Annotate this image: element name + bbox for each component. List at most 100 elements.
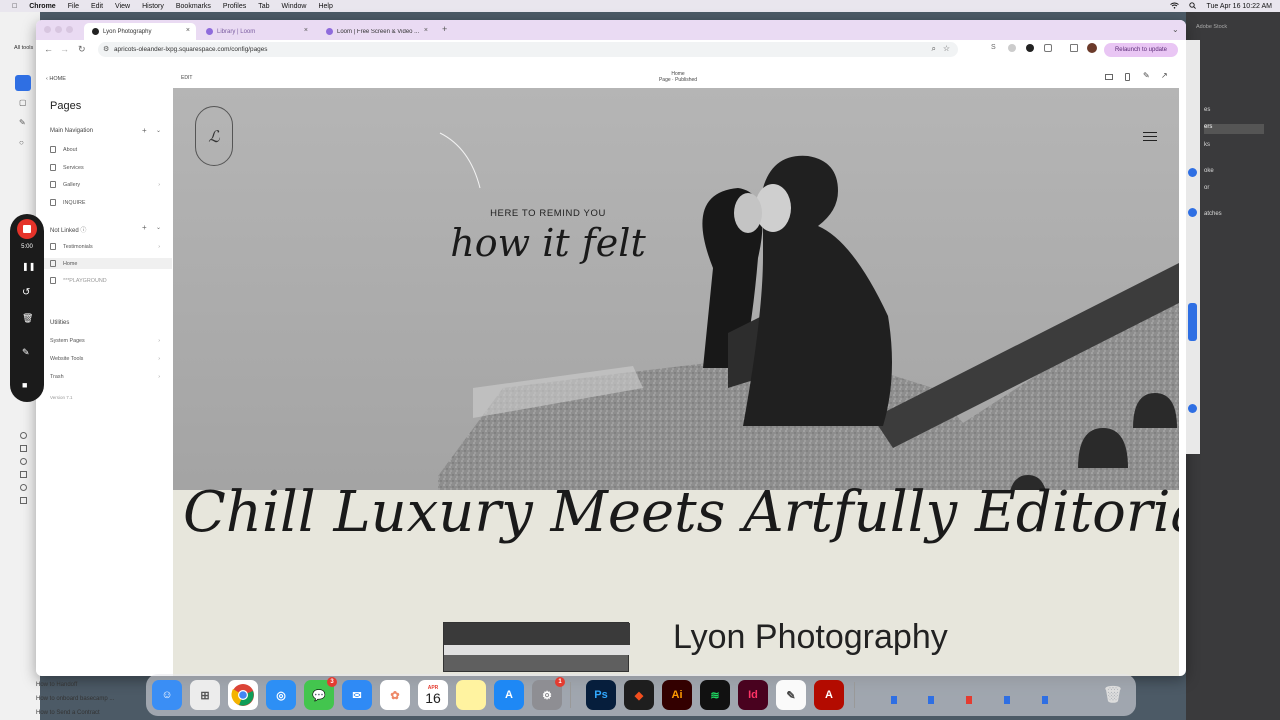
spotify-icon[interactable]: ≋: [700, 680, 730, 710]
sidebar-item-testimonials[interactable]: Testimonials ›: [50, 241, 160, 252]
info-icon[interactable]: ⓘ: [80, 228, 86, 234]
layer-icon[interactable]: [20, 497, 27, 504]
edit-button[interactable]: EDIT: [181, 75, 192, 81]
blue-dot-icon[interactable]: [1188, 168, 1197, 177]
side-panel-icon[interactable]: [1070, 44, 1078, 52]
site-info-icon[interactable]: ⚙: [103, 45, 109, 53]
zoom-icon[interactable]: ⌕: [932, 44, 936, 54]
search-icon[interactable]: [1189, 1, 1197, 11]
system-settings-icon[interactable]: ⚙ 1: [532, 677, 565, 710]
figma-icon[interactable]: ◆: [624, 680, 654, 710]
menu-app-name[interactable]: Chrome: [29, 3, 55, 10]
add-page-plus-icon[interactable]: +: [142, 126, 147, 135]
menu-item-window[interactable]: Window: [282, 3, 307, 10]
collapse-chevron-icon[interactable]: ⌄: [156, 224, 161, 231]
camera-icon[interactable]: ■: [22, 380, 27, 390]
textedit-icon[interactable]: ✎: [776, 680, 806, 710]
layer-icon[interactable]: [20, 471, 27, 478]
right-panel-item[interactable]: es: [1204, 107, 1210, 113]
layer-icon[interactable]: [20, 445, 27, 452]
minimized-window-icon[interactable]: [1004, 696, 1010, 704]
tab-library-loom[interactable]: Library | Loom ×: [198, 23, 314, 40]
pause-icon[interactable]: ❚❚: [22, 262, 35, 271]
launchpad-icon[interactable]: ⊞: [190, 680, 220, 710]
messages-icon[interactable]: 💬 3: [304, 677, 337, 710]
chrome-icon[interactable]: [228, 680, 258, 710]
address-bar[interactable]: ⚙ apricots-oleander-lxpg.squarespace.com…: [98, 42, 958, 57]
menu-item-history[interactable]: History: [142, 3, 164, 10]
pen-tool-icon[interactable]: ✎: [19, 118, 26, 127]
close-tab-icon[interactable]: ×: [424, 27, 428, 34]
menubar-datetime[interactable]: Tue Apr 16 10:22 AM: [1206, 3, 1272, 10]
desktop-view-icon[interactable]: [1105, 74, 1113, 80]
calendar-icon[interactable]: APR 16: [418, 680, 448, 710]
sidebar-item-inquire[interactable]: INQUIRE: [50, 197, 160, 208]
illustrator-icon[interactable]: Ai: [662, 680, 692, 710]
menu-item-edit[interactable]: Edit: [91, 3, 103, 10]
pointer-tool-icon[interactable]: [15, 75, 31, 91]
close-tab-icon[interactable]: ×: [304, 27, 308, 34]
all-tools-label[interactable]: All tools: [14, 45, 33, 51]
sidebar-item-gallery[interactable]: Gallery ›: [50, 179, 160, 190]
extension-icon[interactable]: [1008, 44, 1016, 52]
hamburger-menu-icon[interactable]: [1143, 132, 1157, 141]
minimized-window-icon[interactable]: [928, 696, 934, 704]
tab-lyon-photography[interactable]: Lyon Photography ×: [84, 23, 196, 40]
back-to-home-link[interactable]: ‹ HOME: [46, 76, 66, 82]
zoom-window-icon[interactable]: [66, 26, 73, 33]
wifi-icon[interactable]: [1170, 2, 1180, 11]
tab-loom-free[interactable]: Loom | Free Screen & Video ... ×: [318, 23, 434, 40]
select-tool-icon[interactable]: ▢: [19, 98, 27, 107]
indesign-icon[interactable]: Id: [738, 680, 768, 710]
layer-icon[interactable]: [20, 484, 27, 491]
menu-item-view[interactable]: View: [115, 3, 130, 10]
menu-item-bookmarks[interactable]: Bookmarks: [176, 3, 211, 10]
forward-arrow-icon[interactable]: →: [60, 44, 69, 54]
sidebar-item-system-pages[interactable]: System Pages ›: [50, 335, 160, 346]
sidebar-item-playground[interactable]: ***PLAYGROUND: [50, 275, 160, 286]
right-panel-item[interactable]: oke: [1204, 168, 1214, 174]
trash-bin-icon[interactable]: 🗑: [1098, 680, 1128, 710]
sidebar-item-home[interactable]: Home: [44, 258, 172, 269]
photos-icon[interactable]: ✿: [380, 680, 410, 710]
minimize-window-icon[interactable]: [55, 26, 62, 33]
layer-icon[interactable]: [20, 432, 27, 439]
finder-icon[interactable]: ☺: [152, 680, 182, 710]
site-logo[interactable]: ℒ: [195, 106, 233, 166]
collapse-chevron-icon[interactable]: ⌄: [156, 127, 161, 134]
bookmark-star-icon[interactable]: ☆: [943, 44, 950, 53]
adobe-stock-label[interactable]: Adobe Stock: [1196, 24, 1227, 30]
avatar[interactable]: [1087, 43, 1097, 53]
acrobat-icon[interactable]: A: [814, 680, 844, 710]
close-window-icon[interactable]: [44, 26, 51, 33]
right-panel-item[interactable]: or: [1204, 185, 1209, 191]
notes-icon[interactable]: [456, 680, 486, 710]
mobile-view-icon[interactable]: [1125, 73, 1130, 81]
mail-icon[interactable]: ✉: [342, 680, 372, 710]
back-arrow-icon[interactable]: ←: [44, 44, 53, 54]
task-item[interactable]: How to Handoff: [36, 682, 77, 688]
tab-search-chevron-down-icon[interactable]: ⌄: [1172, 25, 1179, 34]
minimized-window-icon[interactable]: [966, 696, 972, 704]
puzzle-extensions-icon[interactable]: [1044, 44, 1052, 52]
extension-icon[interactable]: S: [991, 44, 996, 51]
right-panel-item[interactable]: ers: [1204, 124, 1264, 134]
task-item[interactable]: How to onboard basecamp ...: [36, 696, 114, 702]
open-external-icon[interactable]: ↗: [1161, 71, 1168, 80]
extension-icon[interactable]: [1026, 44, 1034, 52]
restart-icon[interactable]: ↺: [22, 287, 30, 298]
right-panel-item[interactable]: ks: [1204, 142, 1210, 148]
reload-icon[interactable]: ↻: [78, 44, 86, 55]
photoshop-icon[interactable]: Ps: [586, 680, 616, 710]
blue-dot-icon[interactable]: [1188, 404, 1197, 413]
task-item[interactable]: How to Send a Contract: [36, 710, 100, 716]
minimized-window-icon[interactable]: [1042, 696, 1048, 704]
sidebar-item-about[interactable]: About: [50, 144, 160, 155]
blue-panel-icon[interactable]: [1188, 303, 1197, 341]
draw-icon[interactable]: ✎: [22, 347, 30, 358]
sidebar-item-services[interactable]: Services: [50, 162, 160, 173]
menu-item-tab[interactable]: Tab: [258, 3, 269, 10]
right-panel-item[interactable]: atches: [1204, 211, 1222, 217]
preview-thumbnail-image[interactable]: [443, 622, 630, 672]
menu-item-help[interactable]: Help: [318, 3, 332, 10]
